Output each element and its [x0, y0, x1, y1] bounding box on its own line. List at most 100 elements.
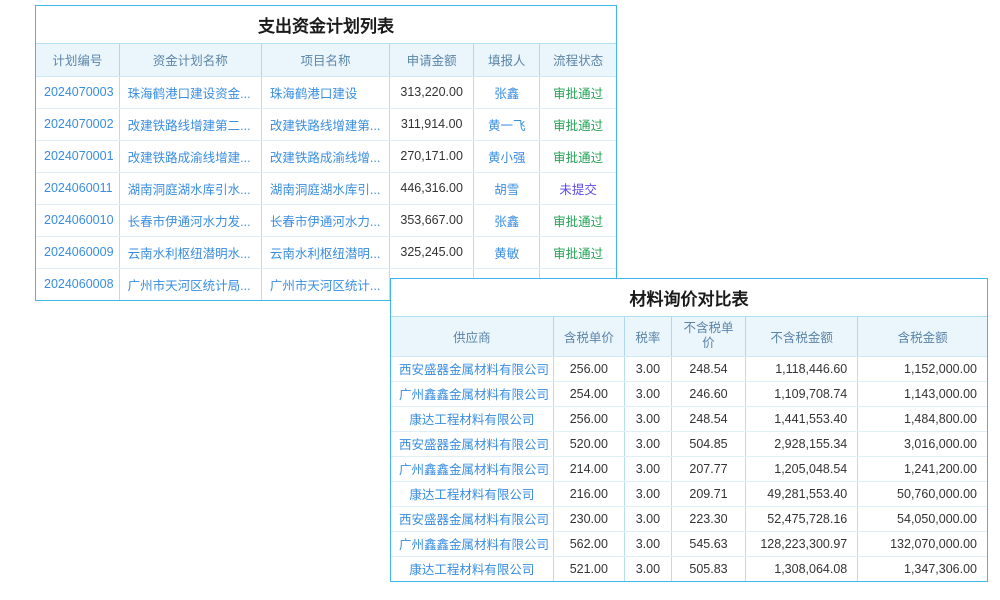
plan-id-link[interactable]: 2024060011	[36, 172, 119, 204]
quote-table-row: 康达工程材料有限公司 256.00 3.00 248.54 1,441,553.…	[391, 406, 987, 431]
amount-with-tax-cell: 1,484,800.00	[858, 406, 987, 431]
column-header-amount-without-tax: 不含税金额	[746, 317, 858, 356]
expenditure-plan-table-title: 支出资金计划列表	[36, 6, 616, 44]
plan-id-link[interactable]: 2024070001	[36, 140, 119, 172]
supplier-name-link[interactable]: 康达工程材料有限公司	[391, 556, 553, 581]
amount-with-tax-cell: 3,016,000.00	[858, 431, 987, 456]
amount-without-tax-cell: 49,281,553.40	[746, 481, 858, 506]
quote-table-row: 广州鑫鑫金属材料有限公司 562.00 3.00 545.63 128,223,…	[391, 531, 987, 556]
supplier-name-link[interactable]: 康达工程材料有限公司	[391, 406, 553, 431]
reporter-cell: 张鑫	[474, 76, 540, 108]
tax-rate-cell: 3.00	[624, 531, 671, 556]
amount-without-tax-cell: 1,441,553.40	[746, 406, 858, 431]
column-header-amount-with-tax: 含税金额	[858, 317, 987, 356]
reporter-cell: 胡雪	[474, 172, 540, 204]
fund-plan-name-link[interactable]: 广州市天河区统计局...	[119, 268, 261, 300]
apply-amount-cell: 270,171.00	[390, 140, 474, 172]
column-header-flow-status: 流程状态	[540, 44, 616, 76]
flow-status-badge: 审批通过	[540, 76, 616, 108]
quote-table-row: 广州鑫鑫金属材料有限公司 214.00 3.00 207.77 1,205,04…	[391, 456, 987, 481]
price-with-tax-cell: 256.00	[553, 356, 624, 381]
apply-amount-cell: 311,914.00	[390, 108, 474, 140]
amount-without-tax-cell: 1,118,446.60	[746, 356, 858, 381]
amount-without-tax-cell: 1,308,064.08	[746, 556, 858, 581]
price-without-tax-cell: 209.71	[671, 481, 745, 506]
amount-with-tax-cell: 1,347,306.00	[858, 556, 987, 581]
quote-table-row: 西安盛器金属材料有限公司 230.00 3.00 223.30 52,475,7…	[391, 506, 987, 531]
plan-id-link[interactable]: 2024060010	[36, 204, 119, 236]
tax-rate-cell: 3.00	[624, 456, 671, 481]
price-without-tax-cell: 207.77	[671, 456, 745, 481]
project-name-link[interactable]: 云南水利枢纽潜明...	[261, 236, 389, 268]
project-name-link[interactable]: 湖南洞庭湖水库引...	[261, 172, 389, 204]
fund-plan-name-link[interactable]: 改建铁路成渝线增建...	[119, 140, 261, 172]
tax-rate-cell: 3.00	[624, 406, 671, 431]
price-with-tax-cell: 230.00	[553, 506, 624, 531]
plan-id-link[interactable]: 2024060009	[36, 236, 119, 268]
reporter-cell: 黄敏	[474, 236, 540, 268]
expenditure-plan-table: 计划编号 资金计划名称 项目名称 申请金额 填报人 流程状态 202407000…	[36, 44, 616, 300]
amount-without-tax-cell: 1,109,708.74	[746, 381, 858, 406]
fund-plan-name-link[interactable]: 长春市伊通河水力发...	[119, 204, 261, 236]
reporter-cell: 黄一飞	[474, 108, 540, 140]
expenditure-plan-table-panel: 支出资金计划列表 计划编号 资金计划名称 项目名称 申请金额 填报人 流程状态 …	[35, 5, 617, 301]
price-without-tax-cell: 505.83	[671, 556, 745, 581]
price-without-tax-cell: 248.54	[671, 356, 745, 381]
flow-status-badge: 审批通过	[540, 236, 616, 268]
material-quote-table-title: 材料询价对比表	[391, 279, 987, 317]
price-with-tax-cell: 562.00	[553, 531, 624, 556]
tax-rate-cell: 3.00	[624, 506, 671, 531]
supplier-name-link[interactable]: 康达工程材料有限公司	[391, 481, 553, 506]
plan-id-link[interactable]: 2024070002	[36, 108, 119, 140]
plan-id-link[interactable]: 2024070003	[36, 76, 119, 108]
column-header-apply-amount: 申请金额	[390, 44, 474, 76]
project-name-link[interactable]: 长春市伊通河水力...	[261, 204, 389, 236]
project-name-link[interactable]: 广州市天河区统计...	[261, 268, 389, 300]
supplier-name-link[interactable]: 广州鑫鑫金属材料有限公司	[391, 456, 553, 481]
supplier-name-link[interactable]: 广州鑫鑫金属材料有限公司	[391, 531, 553, 556]
price-without-tax-cell: 545.63	[671, 531, 745, 556]
reporter-cell: 张鑫	[474, 204, 540, 236]
project-name-link[interactable]: 改建铁路线增建第...	[261, 108, 389, 140]
fund-plan-name-link[interactable]: 云南水利枢纽潜明水...	[119, 236, 261, 268]
column-header-price-without-tax: 不含税单价	[671, 317, 745, 356]
price-with-tax-cell: 256.00	[553, 406, 624, 431]
tax-rate-cell: 3.00	[624, 556, 671, 581]
supplier-name-link[interactable]: 西安盛器金属材料有限公司	[391, 506, 553, 531]
plan-table-row: 2024060009 云南水利枢纽潜明水... 云南水利枢纽潜明... 325,…	[36, 236, 616, 268]
column-header-plan-id: 计划编号	[36, 44, 119, 76]
apply-amount-cell: 446,316.00	[390, 172, 474, 204]
fund-plan-name-link[interactable]: 改建铁路线增建第二...	[119, 108, 261, 140]
plan-id-link[interactable]: 2024060008	[36, 268, 119, 300]
price-with-tax-cell: 214.00	[553, 456, 624, 481]
quote-table-row: 西安盛器金属材料有限公司 256.00 3.00 248.54 1,118,44…	[391, 356, 987, 381]
amount-with-tax-cell: 54,050,000.00	[858, 506, 987, 531]
plan-table-row: 2024070003 珠海鹤港口建设资金... 珠海鹤港口建设 313,220.…	[36, 76, 616, 108]
reporter-cell: 黄小强	[474, 140, 540, 172]
supplier-name-link[interactable]: 西安盛器金属材料有限公司	[391, 431, 553, 456]
price-without-tax-cell: 246.60	[671, 381, 745, 406]
supplier-name-link[interactable]: 广州鑫鑫金属材料有限公司	[391, 381, 553, 406]
amount-without-tax-cell: 128,223,300.97	[746, 531, 858, 556]
price-with-tax-cell: 254.00	[553, 381, 624, 406]
plan-table-header-row: 计划编号 资金计划名称 项目名称 申请金额 填报人 流程状态	[36, 44, 616, 76]
amount-without-tax-cell: 1,205,048.54	[746, 456, 858, 481]
flow-status-badge: 审批通过	[540, 108, 616, 140]
quote-table-row: 西安盛器金属材料有限公司 520.00 3.00 504.85 2,928,15…	[391, 431, 987, 456]
plan-table-row: 2024060010 长春市伊通河水力发... 长春市伊通河水力... 353,…	[36, 204, 616, 236]
amount-with-tax-cell: 1,241,200.00	[858, 456, 987, 481]
column-header-price-with-tax: 含税单价	[553, 317, 624, 356]
fund-plan-name-link[interactable]: 珠海鹤港口建设资金...	[119, 76, 261, 108]
price-without-tax-cell: 248.54	[671, 406, 745, 431]
tax-rate-cell: 3.00	[624, 381, 671, 406]
plan-table-row: 2024070002 改建铁路线增建第二... 改建铁路线增建第... 311,…	[36, 108, 616, 140]
tax-rate-cell: 3.00	[624, 356, 671, 381]
apply-amount-cell: 325,245.00	[390, 236, 474, 268]
price-with-tax-cell: 520.00	[553, 431, 624, 456]
fund-plan-name-link[interactable]: 湖南洞庭湖水库引水...	[119, 172, 261, 204]
supplier-name-link[interactable]: 西安盛器金属材料有限公司	[391, 356, 553, 381]
project-name-link[interactable]: 珠海鹤港口建设	[261, 76, 389, 108]
price-without-tax-cell: 504.85	[671, 431, 745, 456]
amount-without-tax-cell: 2,928,155.34	[746, 431, 858, 456]
project-name-link[interactable]: 改建铁路成渝线增...	[261, 140, 389, 172]
